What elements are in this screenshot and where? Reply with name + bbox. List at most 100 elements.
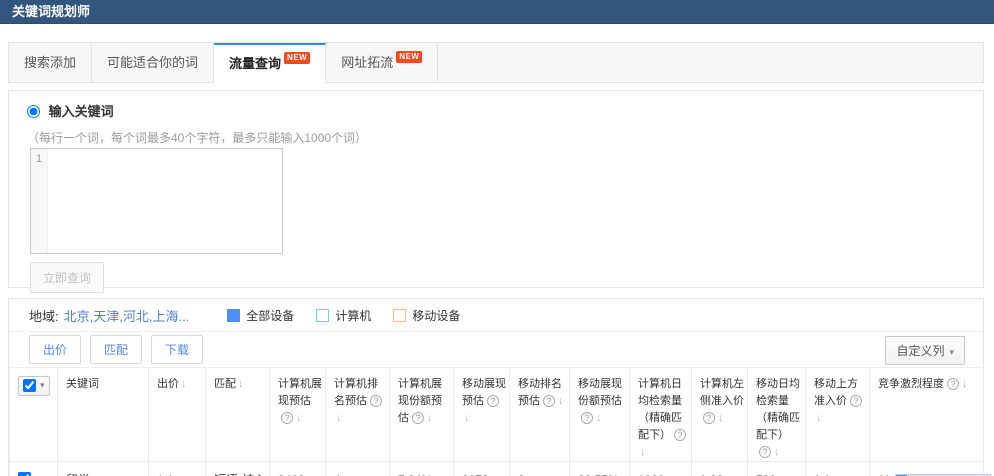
help-icon[interactable]: ? (370, 395, 382, 408)
select-all-checkbox[interactable] (23, 379, 36, 393)
keyword-input-area[interactable] (48, 149, 282, 253)
app-header: 关键词规划师 (0, 0, 994, 24)
tab-label: 搜索添加 (24, 55, 77, 70)
tab-traffic-query[interactable]: 流量查询 NEW (214, 43, 327, 83)
column-label: 竞争激烈程度 (878, 378, 944, 390)
tab-suggested-words[interactable]: 可能适合你的词 (92, 43, 215, 82)
table-cell: 730 (747, 461, 806, 476)
sort-icon[interactable]: ↓ (238, 378, 244, 390)
all-devices-swatch-icon (227, 308, 241, 322)
legend-label: 计算机 (335, 308, 372, 323)
select-all-dropdown[interactable]: ▾ (18, 376, 50, 396)
help-icon[interactable]: ? (703, 412, 715, 425)
region-link[interactable]: 北京,天津,河北,上海... (64, 306, 190, 325)
help-icon[interactable]: ? (412, 412, 424, 425)
column-label: 匹配 (214, 378, 236, 390)
sort-icon[interactable]: ↓ (336, 412, 342, 424)
sort-icon[interactable]: ↓ (464, 412, 470, 424)
column-header: 移动展现预估 ? ↓ (453, 366, 510, 463)
competition-cell: 11 (869, 461, 992, 476)
tab-search-add[interactable]: 搜索添加 (9, 43, 93, 82)
table-row: 留学1.1短语-核心包含340847.84%8078222.55%19001.0… (9, 461, 992, 476)
legend-label: 移动设备 (412, 308, 461, 323)
sort-icon[interactable]: ↓ (640, 446, 646, 458)
column-header: 计算机左侧准入价? ↓ (691, 366, 748, 463)
legend-mobile[interactable]: 移动设备 (393, 307, 460, 324)
column-header: 移动日均检索量（精确匹配下）? ↓ (747, 366, 806, 463)
tab-label: 流量查询 (229, 56, 282, 71)
sort-icon[interactable]: ↓ (962, 378, 968, 390)
legend-computer[interactable]: 计算机 (316, 307, 371, 324)
column-header: 计算机排名预估 ?↓ (325, 366, 390, 463)
column-label: 移动展现预估 (462, 378, 506, 408)
table-header-row: ▾ 关键词 出价 ↓ 匹配 ↓ 计算机展现预估? ↓ 计算机排名预估 ?↓ 计算机展现份额预估? ↓… (9, 366, 984, 463)
customize-columns-label: 自定义列 (896, 344, 945, 358)
sort-icon[interactable]: ↓ (181, 378, 187, 390)
column-label: 关键词 (66, 378, 99, 390)
chevron-down-icon: ▾ (40, 380, 45, 390)
sort-icon[interactable]: ↓ (596, 412, 602, 424)
column-header: 出价 ↓ (148, 366, 206, 463)
region-row: 地域: 北京,天津,河北,上海... 全部设备 计算机 移动设备 (9, 299, 983, 332)
table-cell: 1.1 (805, 461, 870, 476)
legend-label: 全部设备 (246, 308, 295, 323)
input-hint: （每行一个词，每个词最多40个字符，最多只能输入1000个词） (27, 131, 368, 145)
column-header: 计算机展现预估? ↓ (269, 366, 326, 463)
help-icon[interactable]: ? (674, 429, 686, 442)
column-label: 移动日均检索量（精确匹配下） (756, 378, 800, 442)
column-label: 移动展现份额预估 (578, 378, 622, 408)
help-icon[interactable]: ? (759, 446, 771, 459)
help-icon[interactable]: ? (850, 395, 862, 408)
tab-label: 可能适合你的词 (107, 55, 199, 70)
select-all-cell: ▾ (9, 366, 58, 463)
table-toolbar: 出价 匹配 下载 自定义列 ▾ (9, 332, 983, 367)
keyword-query-panel: 输入关键词 （每行一个词，每个词最多40个字符，最多只能输入1000个词） 1 … (8, 90, 984, 293)
table-cell: 短语-核心包含 (205, 461, 270, 476)
help-icon[interactable]: ? (543, 395, 555, 408)
customize-columns-button[interactable]: 自定义列 ▾ (885, 336, 965, 365)
new-badge: NEW (284, 52, 311, 64)
help-icon[interactable]: ? (281, 412, 293, 425)
tab-bar: 搜索添加 可能适合你的词 流量查询 NEW 网址拓流 NEW (8, 42, 984, 83)
table-cell: 1.1 (148, 461, 206, 476)
computer-swatch-icon (316, 308, 330, 322)
query-now-button[interactable]: 立即查询 (30, 262, 105, 293)
help-icon[interactable]: ? (487, 395, 499, 408)
column-header: 计算机日均检索量（精确匹配下） ?↓ (629, 366, 692, 463)
chevron-down-icon: ▾ (949, 347, 954, 357)
tab-label: 网址拓流 (341, 55, 394, 70)
help-icon[interactable]: ? (581, 412, 593, 425)
enter-keywords-radio[interactable] (27, 105, 40, 118)
sort-icon[interactable]: ↓ (774, 446, 780, 458)
table-cell: 2 (509, 461, 570, 476)
new-badge: NEW (396, 51, 423, 63)
legend-all-devices[interactable]: 全部设备 (227, 307, 294, 324)
page-title: 关键词规划师 (12, 4, 91, 19)
sort-icon[interactable]: ↓ (718, 412, 724, 424)
line-number: 1 (31, 149, 48, 253)
sort-icon[interactable]: ↓ (816, 412, 822, 424)
column-header: 竞争激烈程度? ↓ (869, 366, 984, 463)
match-button[interactable]: 匹配 (90, 335, 143, 364)
bid-button[interactable]: 出价 (29, 335, 82, 364)
mobile-swatch-icon (393, 308, 407, 322)
column-label: 计算机左侧准入价 (700, 378, 744, 408)
help-icon[interactable]: ? (947, 378, 959, 390)
table-cell: 8078 (453, 461, 510, 476)
column-label: 移动排名预估 (518, 378, 562, 408)
column-label: 计算机展现预估 (278, 378, 322, 408)
row-checkbox[interactable] (18, 472, 31, 476)
sort-icon[interactable]: ↓ (558, 395, 564, 407)
results-panel: 地域: 北京,天津,河北,上海... 全部设备 计算机 移动设备 出价 匹配 下… (8, 298, 992, 476)
enter-keywords-label: 输入关键词 (48, 104, 114, 119)
sort-icon[interactable]: ↓ (427, 412, 433, 424)
download-button[interactable]: 下载 (151, 335, 204, 364)
keyword-textarea[interactable]: 1 (30, 148, 283, 254)
table-cell: 7.84% (389, 461, 454, 476)
table-cell: 1.08 (691, 461, 748, 476)
column-header: 关键词 (57, 366, 149, 463)
sort-icon[interactable]: ↓ (296, 412, 302, 424)
tab-url-expand[interactable]: 网址拓流 NEW (326, 43, 439, 82)
table-cell: 1900 (629, 461, 692, 476)
column-header: 计算机展现份额预估? ↓ (389, 366, 454, 463)
